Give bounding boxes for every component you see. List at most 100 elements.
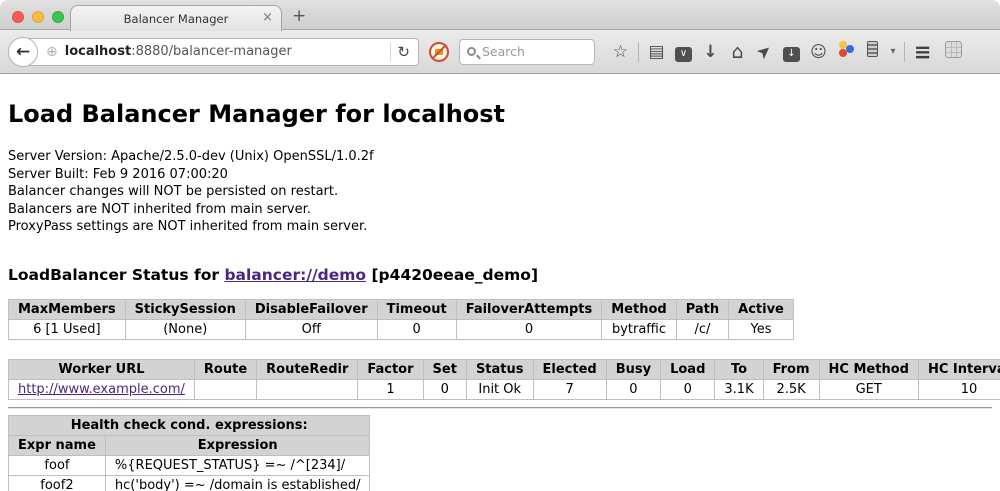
cell-active: Yes bbox=[729, 319, 794, 339]
col-routeredir: RouteRedir bbox=[257, 359, 358, 379]
toolbar-divider bbox=[904, 42, 905, 62]
balancers-note-line: Balancers are NOT inherited from main se… bbox=[8, 201, 992, 219]
url-path: :8880/balancer-manager bbox=[131, 44, 292, 59]
cell-set: 0 bbox=[423, 379, 466, 399]
section-divider bbox=[8, 407, 992, 409]
cell-maxmembers: 6 [1 Used] bbox=[9, 319, 126, 339]
cell-expression: %{REQUEST_STATUS} =~ /^[234]/ bbox=[105, 455, 370, 475]
close-window-button[interactable] bbox=[12, 11, 24, 23]
reload-icon[interactable]: ↻ bbox=[397, 43, 410, 61]
loadbalancer-status-heading: LoadBalancer Status for balancer://demo … bbox=[8, 266, 992, 284]
table-row: foof %{REQUEST_STATUS} =~ /^[234]/ bbox=[9, 455, 370, 475]
back-icon: ← bbox=[16, 42, 30, 62]
balancer-demo-link[interactable]: balancer://demo bbox=[224, 266, 366, 284]
new-tab-button[interactable]: + bbox=[292, 6, 306, 26]
cell-failoverattempts: 0 bbox=[456, 319, 602, 339]
pocket-icon[interactable]: ∨ bbox=[670, 41, 697, 62]
page-content: Load Balancer Manager for localhost Serv… bbox=[0, 74, 1000, 491]
blocked-plugin-icon[interactable] bbox=[429, 42, 449, 62]
grid-extension-icon[interactable] bbox=[940, 41, 967, 63]
hamburger-menu-icon[interactable]: ≡ bbox=[909, 40, 936, 64]
cell-expr-name: foof bbox=[9, 455, 106, 475]
persist-note-line: Balancer changes will NOT be persisted o… bbox=[8, 183, 992, 201]
url-host: localhost bbox=[65, 44, 131, 59]
send-tab-icon[interactable]: ➤ bbox=[748, 35, 782, 68]
tab-bar: Balancer Manager × + bbox=[0, 0, 1000, 30]
cell-factor: 1 bbox=[358, 379, 423, 399]
server-info: Server Version: Apache/2.5.0-dev (Unix) … bbox=[8, 148, 992, 236]
url-bar[interactable]: ⊕ localhost:8880/balancer-manager ↻ bbox=[23, 38, 419, 66]
proxypass-note-line: ProxyPass settings are NOT inherited fro… bbox=[8, 218, 992, 236]
col-stickysession: StickySession bbox=[125, 299, 245, 319]
cell-path: /c/ bbox=[676, 319, 728, 339]
table-row: http://www.example.com/ 1 0 Init Ok 7 0 … bbox=[9, 379, 1000, 399]
health-check-table: Health check cond. expressions: Expr nam… bbox=[8, 415, 370, 491]
search-placeholder: Search bbox=[482, 44, 525, 59]
browser-window: Balancer Manager × + ← ⊕ localhost:8880/… bbox=[0, 0, 1000, 491]
table-row: foof2 hc('body') =~ /domain is establish… bbox=[9, 475, 370, 491]
zoom-window-button[interactable] bbox=[52, 11, 64, 23]
table-header-row: Worker URL Route RouteRedir Factor Set S… bbox=[9, 359, 1000, 379]
col-factor: Factor bbox=[358, 359, 423, 379]
worker-status-table: Worker URL Route RouteRedir Factor Set S… bbox=[8, 359, 1000, 400]
col-failoverattempts: FailoverAttempts bbox=[456, 299, 602, 319]
tab-close-icon[interactable]: × bbox=[262, 10, 273, 26]
search-icon bbox=[467, 47, 476, 56]
balancer-settings-table: MaxMembers StickySession DisableFailover… bbox=[8, 299, 794, 340]
back-button[interactable]: ← bbox=[8, 37, 38, 67]
cell-from: 2.5K bbox=[763, 379, 819, 399]
col-worker-url: Worker URL bbox=[9, 359, 195, 379]
cell-routeredir bbox=[257, 379, 358, 399]
navigation-toolbar: ← ⊕ localhost:8880/balancer-manager ↻ Se… bbox=[0, 30, 1000, 74]
table-title-row: Health check cond. expressions: bbox=[9, 415, 370, 435]
col-from: From bbox=[763, 359, 819, 379]
cell-busy: 0 bbox=[606, 379, 660, 399]
battery-extension-icon[interactable] bbox=[859, 41, 886, 62]
col-expression: Expression bbox=[105, 435, 370, 455]
cell-expr-name: foof2 bbox=[9, 475, 106, 491]
col-hc-interval: HC Interval bbox=[918, 359, 1000, 379]
overflow-caret-icon[interactable]: ▾ bbox=[886, 46, 900, 57]
cell-expression: hc('body') =~ /domain is established/ bbox=[105, 475, 370, 491]
bookmark-star-icon[interactable]: ☆ bbox=[607, 42, 634, 62]
col-method: Method bbox=[602, 299, 676, 319]
tab-title: Balancer Manager bbox=[124, 12, 229, 26]
minimize-window-button[interactable] bbox=[32, 11, 44, 23]
col-elected: Elected bbox=[533, 359, 606, 379]
server-built-line: Server Built: Feb 9 2016 07:00:20 bbox=[8, 166, 992, 184]
table-row: 6 [1 Used] (None) Off 0 0 bytraffic /c/ … bbox=[9, 319, 794, 339]
toolbar-divider bbox=[638, 42, 639, 62]
health-table-title: Health check cond. expressions: bbox=[9, 415, 370, 435]
col-to: To bbox=[715, 359, 763, 379]
page-title: Load Balancer Manager for localhost bbox=[8, 100, 992, 128]
url-text[interactable]: localhost:8880/balancer-manager bbox=[65, 44, 292, 59]
cell-disablefailover: Off bbox=[245, 319, 377, 339]
cell-hc-method: GET bbox=[819, 379, 918, 399]
tab-balancer-manager[interactable]: Balancer Manager × bbox=[70, 5, 282, 31]
cell-elected: 7 bbox=[533, 379, 606, 399]
col-busy: Busy bbox=[606, 359, 660, 379]
col-set: Set bbox=[423, 359, 466, 379]
col-maxmembers: MaxMembers bbox=[9, 299, 126, 319]
cell-timeout: 0 bbox=[377, 319, 456, 339]
table-header-row: Expr name Expression bbox=[9, 435, 370, 455]
save-page-icon[interactable]: ↓ bbox=[778, 41, 805, 62]
downloads-icon[interactable]: ↓ bbox=[697, 42, 724, 62]
col-disablefailover: DisableFailover bbox=[245, 299, 377, 319]
home-icon[interactable]: ⌂ bbox=[724, 41, 751, 63]
col-active: Active bbox=[729, 299, 794, 319]
table-header-row: MaxMembers StickySession DisableFailover… bbox=[9, 299, 794, 319]
colored-dots-extension-icon[interactable] bbox=[832, 40, 859, 63]
cell-hc-interval: 10 bbox=[918, 379, 1000, 399]
col-timeout: Timeout bbox=[377, 299, 456, 319]
col-route: Route bbox=[194, 359, 256, 379]
cell-worker-url: http://www.example.com/ bbox=[9, 379, 195, 399]
globe-icon: ⊕ bbox=[46, 44, 58, 60]
search-bar[interactable]: Search bbox=[459, 39, 595, 65]
reading-list-icon[interactable]: ▤ bbox=[643, 42, 670, 62]
feedback-smiley-icon[interactable]: ☺ bbox=[805, 42, 832, 61]
worker-url-link[interactable]: http://www.example.com/ bbox=[18, 382, 185, 397]
col-hc-method: HC Method bbox=[819, 359, 918, 379]
cell-stickysession: (None) bbox=[125, 319, 245, 339]
cell-to: 3.1K bbox=[715, 379, 763, 399]
